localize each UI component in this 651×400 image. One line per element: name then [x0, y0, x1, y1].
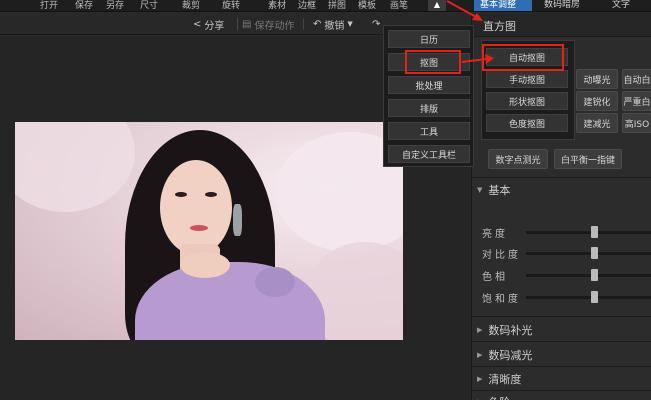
- section-label: 清晰度: [488, 373, 522, 386]
- save-action-icon: ▤: [242, 18, 252, 30]
- section-basic[interactable]: ▼ 基本: [477, 182, 510, 198]
- slider-knob[interactable]: [591, 268, 598, 281]
- more-tools-dropdown[interactable]: ▲: [428, 0, 446, 11]
- slider-knob[interactable]: [591, 225, 598, 238]
- section-reduce-light[interactable]: ▶ 数码减光: [477, 347, 532, 363]
- white-balance-button[interactable]: 白平衡一指键: [554, 149, 622, 169]
- slider-label: 亮度: [482, 228, 508, 240]
- template-button[interactable]: 模板: [358, 0, 376, 11]
- divider: [303, 18, 304, 30]
- share-label: 分享: [204, 20, 225, 32]
- collapsed-arrow-icon: ▶: [477, 375, 483, 383]
- background-blossom: [15, 122, 135, 212]
- slider-track[interactable]: [526, 268, 651, 281]
- divider: [237, 18, 238, 30]
- slider-knob[interactable]: [591, 246, 598, 259]
- portrait-hand: [180, 252, 230, 278]
- save-action-button[interactable]: ▤ 保存动作: [242, 17, 295, 32]
- slider-label: 对比度: [482, 249, 521, 261]
- collapsed-arrow-icon: ▶: [477, 326, 483, 334]
- highlight-cutout: [405, 50, 461, 74]
- menu-item-custom-toolbar[interactable]: 自定义工具栏: [388, 145, 470, 163]
- size-button[interactable]: 尺寸: [140, 0, 158, 11]
- auto-exposure-button[interactable]: 动曝光: [576, 69, 618, 89]
- section-label: 色阶: [488, 394, 510, 400]
- section-label: 数码补光: [488, 324, 533, 337]
- menu-item-calendar[interactable]: 日历: [388, 30, 470, 48]
- portrait-eye: [175, 192, 187, 197]
- slider-track[interactable]: [526, 246, 651, 259]
- portrait-dress-flower: [255, 267, 295, 297]
- divider: [472, 316, 651, 317]
- submenu-item-shape-cutout[interactable]: 形状抠图: [486, 92, 568, 110]
- material-button[interactable]: 素材: [268, 0, 286, 11]
- portrait-eye: [205, 192, 217, 197]
- submenu-item-chroma-cutout[interactable]: 色度抠图: [486, 114, 568, 132]
- redo-icon: ↷: [372, 18, 381, 30]
- slider-hue[interactable]: 色相: [482, 268, 651, 283]
- tab-basic-adjust[interactable]: 基本调整: [474, 0, 532, 11]
- histogram-label: 直方图: [483, 20, 516, 33]
- triangle-down-icon: ▲: [433, 0, 441, 9]
- open-button[interactable]: 打开: [40, 0, 58, 11]
- one-click-sharpen-button[interactable]: 建锐化: [576, 91, 618, 111]
- brush-button[interactable]: 画笔: [390, 0, 408, 11]
- chevron-down-icon: ▼: [347, 20, 353, 28]
- collage-button[interactable]: 拼图: [328, 0, 346, 11]
- section-clarity[interactable]: ▶ 清晰度: [477, 371, 521, 387]
- border-button[interactable]: 边框: [298, 0, 316, 11]
- one-click-darken-button[interactable]: 建减光: [576, 113, 618, 133]
- portrait-lips: [190, 225, 208, 231]
- slider-label: 色相: [482, 271, 508, 283]
- share-button[interactable]: < 分享: [193, 17, 225, 32]
- top-toolbar: 打开 保存 另存 尺寸 裁剪 旋转 素材 边框 拼图 模板 画笔 ▲ 基本调整 …: [0, 0, 651, 12]
- divider: [472, 177, 651, 178]
- menu-item-layout[interactable]: 排版: [388, 99, 470, 117]
- menu-item-batch[interactable]: 批处理: [388, 76, 470, 94]
- slider-knob[interactable]: [591, 290, 598, 303]
- slider-brightness[interactable]: 亮度: [482, 225, 651, 240]
- tab-digital-darkroom[interactable]: 数码暗房: [538, 0, 586, 11]
- slider-saturation[interactable]: 饱和度: [482, 290, 651, 305]
- save-action-label: 保存动作: [254, 20, 295, 32]
- section-basic-label: 基本: [488, 184, 511, 197]
- divider: [472, 366, 651, 367]
- undo-icon: ↶: [313, 18, 322, 30]
- highlight-auto-cutout: [482, 44, 564, 71]
- collapsed-arrow-icon: ▶: [477, 351, 483, 359]
- section-levels[interactable]: ▶ 色阶: [477, 394, 510, 400]
- divider: [472, 390, 651, 391]
- slider-track[interactable]: [526, 290, 651, 303]
- more-tools-menu: 日历 抠图 批处理 排版 工具 自定义工具栏: [383, 25, 474, 167]
- portrait-earring: [233, 204, 242, 236]
- slider-contrast[interactable]: 对比度: [482, 246, 651, 261]
- menu-item-tools[interactable]: 工具: [388, 122, 470, 140]
- tab-text[interactable]: 文字: [606, 0, 636, 11]
- severe-white-button[interactable]: 严重白: [622, 91, 651, 111]
- undo-button[interactable]: ↶ 撤销 ▼: [313, 17, 353, 32]
- section-fill-light[interactable]: ▶ 数码补光: [477, 322, 532, 338]
- section-label: 数码减光: [488, 349, 533, 362]
- rotate-button[interactable]: 旋转: [222, 0, 240, 11]
- portrait-face: [160, 160, 232, 255]
- spot-metering-button[interactable]: 数字点测光: [488, 149, 548, 169]
- submenu-item-manual-cutout[interactable]: 手动抠图: [486, 70, 568, 88]
- divider: [472, 341, 651, 342]
- photo-canvas[interactable]: [15, 122, 403, 340]
- undo-label: 撤销: [324, 20, 345, 32]
- expanded-arrow-icon: ▼: [477, 186, 483, 194]
- share-icon: <: [193, 18, 202, 30]
- crop-button[interactable]: 裁剪: [182, 0, 200, 11]
- slider-label: 饱和度: [482, 293, 521, 305]
- redo-button[interactable]: ↷: [372, 17, 380, 31]
- save-as-button[interactable]: 另存: [106, 0, 124, 11]
- slider-track[interactable]: [526, 225, 651, 238]
- high-iso-button[interactable]: 高ISO: [622, 113, 651, 133]
- auto-white-button[interactable]: 自动白: [622, 69, 651, 89]
- save-button[interactable]: 保存: [75, 0, 93, 11]
